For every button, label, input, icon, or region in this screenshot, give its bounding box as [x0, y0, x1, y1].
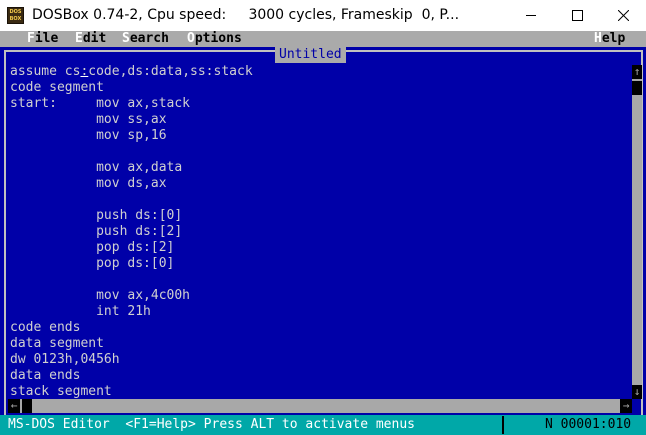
menu-file[interactable]: File: [27, 31, 58, 47]
dos-screen: File Edit Search Options Help Untitled a…: [0, 31, 646, 435]
code-line: mov sp,16: [10, 128, 167, 143]
code-line-first-after: code,ds:data,ss:stack: [88, 64, 253, 79]
horizontal-scrollbar[interactable]: ← →: [8, 399, 632, 413]
minimize-button[interactable]: [508, 0, 554, 31]
code-line: mov ds,ax: [10, 176, 167, 191]
code-line: data ends: [10, 368, 81, 383]
dosbox-window: DOS BOX DOSBox 0.74-2, Cpu speed: 3000 c…: [0, 0, 646, 435]
maximize-button[interactable]: [554, 0, 600, 31]
horizontal-scroll-thumb[interactable]: [22, 399, 32, 413]
menu-search-hotkey: S: [122, 31, 130, 46]
vertical-scroll-thumb[interactable]: [632, 81, 642, 95]
menu-edit-hotkey: E: [75, 31, 83, 46]
code-line: assume cs:code,ds:data,ss:stack: [10, 64, 630, 80]
menu-file-label: ile: [34, 31, 59, 46]
scroll-up-arrow-icon[interactable]: ↑: [632, 65, 642, 79]
window-titlebar[interactable]: DOS BOX DOSBox 0.74-2, Cpu speed: 3000 c…: [0, 0, 646, 31]
menu-options[interactable]: Options: [187, 31, 242, 47]
menu-help-hotkey: H: [594, 31, 602, 46]
code-line: dw 0123h,0456h: [10, 352, 120, 367]
menu-edit[interactable]: Edit: [75, 31, 106, 47]
code-line: int 21h: [10, 304, 151, 319]
status-bar: MS-DOS Editor <F1=Help> Press ALT to act…: [0, 415, 646, 435]
document-title: Untitled: [275, 47, 346, 63]
dosbox-app-icon[interactable]: DOS BOX: [7, 7, 24, 24]
code-line: code segment: [10, 80, 104, 95]
code-line: pop ds:[2]: [10, 240, 175, 255]
close-icon: [618, 10, 629, 21]
code-line: start: mov ax,stack: [10, 96, 191, 111]
code-line: code ends: [10, 320, 81, 335]
scroll-down-arrow-icon[interactable]: ↓: [632, 385, 642, 399]
menu-help-label: elp: [601, 31, 626, 46]
menu-edit-label: dit: [82, 31, 107, 46]
menu-file-hotkey: F: [27, 31, 35, 46]
menu-bar: File Edit Search Options Help: [0, 31, 646, 47]
code-line: data segment: [10, 336, 104, 351]
window-title: DOSBox 0.74-2, Cpu speed: 3000 cycles, F…: [32, 7, 460, 23]
menu-search-label: earch: [129, 31, 169, 46]
code-line-first-before: assume cs: [10, 64, 81, 79]
code-line: mov ax,data: [10, 160, 183, 175]
status-divider: [502, 416, 504, 434]
app-icon-text-top: DOS: [9, 9, 22, 15]
app-icon-text-bottom: BOX: [9, 16, 22, 22]
code-line: pop ds:[0]: [10, 256, 175, 271]
status-message: MS-DOS Editor <F1=Help> Press ALT to act…: [8, 417, 415, 432]
menu-help[interactable]: Help: [594, 31, 625, 47]
maximize-icon: [572, 10, 583, 21]
menu-search[interactable]: Search: [122, 31, 169, 47]
vertical-scrollbar[interactable]: ↑ ↓: [632, 65, 642, 399]
scroll-left-arrow-icon[interactable]: ←: [8, 399, 20, 413]
minimize-icon: [526, 15, 536, 16]
scroll-right-arrow-icon[interactable]: →: [620, 399, 632, 413]
code-line: mov ax,4c00h: [10, 288, 191, 303]
cursor-position: N 00001:010: [545, 417, 632, 432]
menu-options-label: ptions: [194, 31, 242, 46]
menu-options-hotkey: O: [187, 31, 195, 46]
code-line: mov ss,ax: [10, 112, 167, 127]
code-line: push ds:[2]: [10, 224, 183, 239]
close-button[interactable]: [600, 0, 646, 31]
code-editor[interactable]: assume cs:code,ds:data,ss:stack code seg…: [10, 64, 630, 400]
code-line: stack segment: [10, 384, 112, 399]
code-line: push ds:[0]: [10, 208, 183, 223]
